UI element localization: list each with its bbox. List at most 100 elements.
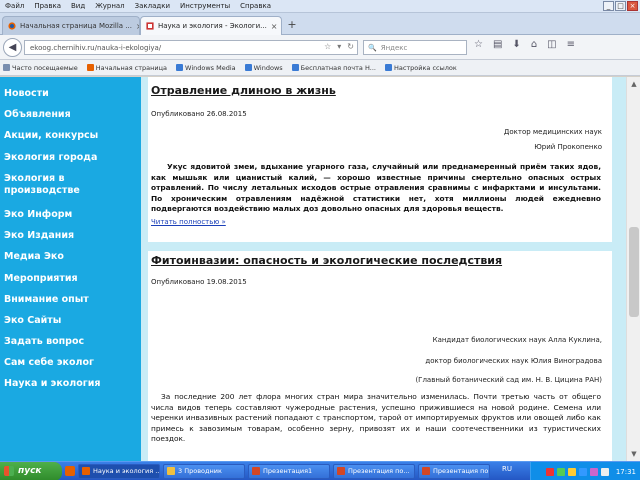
maximize-button[interactable]: □ — [615, 1, 626, 11]
pocket-icon[interactable]: ◫ — [547, 39, 556, 50]
read-more-link[interactable]: Читать полностью » — [151, 218, 226, 226]
menu-file[interactable]: Файл — [0, 2, 29, 10]
menu-bookmarks[interactable]: Закладки — [130, 2, 175, 10]
windows-flag-icon — [4, 466, 14, 476]
network-icon[interactable] — [556, 467, 565, 476]
taskbar-item-presentation3[interactable]: Презентация по... — [418, 463, 490, 479]
firefox-quicklaunch-icon[interactable] — [65, 466, 75, 476]
menu-view[interactable]: Вид — [66, 2, 90, 10]
article-author-name: Юрий Прокопенко — [534, 143, 602, 151]
ie-icon — [291, 64, 299, 71]
taskbar-item-firefox[interactable]: Наука и экология ... — [78, 463, 160, 479]
search-input[interactable]: 🔍 Яндекс — [363, 40, 467, 55]
home-icon[interactable]: ⌂ — [531, 39, 537, 50]
menu-help[interactable]: Справка — [235, 2, 276, 10]
menu-tools[interactable]: Инструменты — [175, 2, 235, 10]
search-placeholder: Яндекс — [380, 43, 408, 52]
article-lead: Укус ядовитой змеи, вдыхание угарного га… — [151, 162, 601, 213]
article-title[interactable]: Отравление длиною в жизнь — [151, 84, 336, 97]
bookmark-star-icon[interactable]: ☆ — [324, 42, 331, 51]
system-tray: 17:31 — [530, 462, 640, 480]
sidebar-item-media-eco[interactable]: Медиа Эко — [0, 251, 141, 262]
close-tab-icon[interactable]: × — [132, 22, 139, 31]
bookmark-free-mail[interactable]: Бесплатная почта H... — [291, 63, 376, 72]
close-window-button[interactable]: × — [627, 1, 638, 11]
folder-icon — [167, 467, 175, 475]
article-organization: (Главный ботанический сад им. Н. В. Цици… — [415, 376, 602, 384]
window-controls: _ □ × — [603, 1, 638, 11]
article-title[interactable]: Фитоинвазии: опасность и экологические п… — [151, 254, 502, 267]
sidebar-item-eco-inform[interactable]: Эко Информ — [0, 209, 141, 220]
start-label: пуск — [18, 466, 42, 476]
language-indicator[interactable]: RU — [502, 465, 512, 473]
scroll-thumb[interactable] — [629, 227, 639, 317]
navigation-bar: ◀ ekoog.chernihiv.ru/nauka-i-ekologiya/ … — [0, 35, 640, 60]
browser-screen: Файл Правка Вид Журнал Закладки Инструме… — [0, 0, 640, 480]
bookmark-settings[interactable]: Настройка ссылок — [384, 64, 457, 72]
antivirus-icon[interactable] — [545, 467, 554, 476]
sidebar-item-self-ecologist[interactable]: Сам себе эколог — [0, 357, 141, 368]
sidebar-item-city-ecology[interactable]: Экология города — [0, 152, 141, 163]
download-icon[interactable]: ⬇ — [512, 39, 520, 50]
dropdown-icon[interactable]: ▾ — [337, 42, 341, 51]
menu-edit[interactable]: Правка — [29, 2, 66, 10]
bookmark-windows[interactable]: Windows — [244, 64, 283, 72]
reload-icon[interactable]: ↻ — [347, 42, 354, 51]
folder-icon — [3, 64, 10, 71]
back-arrow-icon: ◀ — [8, 42, 17, 53]
sidebar-item-ask-question[interactable]: Задать вопрос — [0, 336, 141, 347]
tab-nauka-ekologiya[interactable]: Наука и экология - Экологи... × — [140, 16, 282, 35]
search-icon: 🔍 — [368, 43, 377, 52]
new-tab-button[interactable]: + — [285, 18, 299, 32]
address-bar[interactable]: ekoog.chernihiv.ru/nauka-i-ekologiya/ ☆ … — [24, 40, 358, 55]
task-label: Наука и экология ... — [93, 467, 160, 475]
sidebar-item-science-ecology[interactable]: Наука и экология — [0, 378, 141, 389]
url-text: ekoog.chernihiv.ru/nauka-i-ekologiya/ — [30, 43, 162, 52]
minimize-button[interactable]: _ — [603, 1, 614, 11]
sidebar-item-announcements[interactable]: Объявления — [0, 109, 141, 120]
bookmark-windows-media[interactable]: Windows Media — [176, 64, 236, 72]
bookmarks-star-icon[interactable]: ☆ — [474, 39, 483, 50]
task-label: Презентация по... — [433, 467, 490, 475]
sidebar-item-promotions[interactable]: Акции, конкурсы — [0, 130, 141, 141]
display-icon[interactable] — [600, 467, 609, 476]
start-button[interactable]: пуск — [0, 461, 62, 480]
volume-icon[interactable] — [567, 467, 576, 476]
firefox-icon — [82, 467, 90, 475]
app-tray-icon[interactable] — [589, 467, 598, 476]
powerpoint-icon — [422, 467, 430, 475]
close-tab-icon[interactable]: × — [267, 22, 278, 31]
bookmark-label: Бесплатная почта H... — [300, 63, 376, 72]
taskbar-item-explorer[interactable]: 3 Проводник — [163, 463, 245, 479]
bookmark-frequent[interactable]: Часто посещаемые — [3, 64, 78, 72]
task-label: Презентация1 — [263, 467, 313, 475]
menu-icon[interactable]: ≡ — [567, 39, 575, 50]
taskbar-item-presentation2[interactable]: Презентация по... — [333, 463, 415, 479]
site-sidebar: Новости Объявления Акции, конкурсы Эколо… — [0, 77, 141, 461]
tab-mozilla-start[interactable]: Начальная страница Mozilla ... × — [2, 16, 140, 35]
bookmark-start-page[interactable]: Начальная страница — [86, 64, 167, 72]
sidebar-item-eco-editions[interactable]: Эко Издания — [0, 230, 141, 241]
site-icon — [146, 22, 154, 30]
vertical-scrollbar[interactable]: ▲ ▼ — [626, 77, 640, 461]
clipboard-icon[interactable]: ▤ — [493, 39, 502, 50]
sidebar-item-industry-ecology-2[interactable]: производстве — [0, 185, 141, 196]
tab-label: Наука и экология - Экологи... — [158, 22, 267, 30]
menu-bar: Файл Правка Вид Журнал Закладки Инструме… — [0, 0, 640, 13]
sidebar-item-industry-ecology[interactable]: Экология в — [0, 173, 141, 184]
task-label: 3 Проводник — [178, 467, 222, 475]
sidebar-item-eco-sites[interactable]: Эко Сайты — [0, 315, 141, 326]
update-icon[interactable] — [578, 467, 587, 476]
ie-icon — [244, 64, 252, 71]
back-button[interactable]: ◀ — [3, 38, 22, 57]
sidebar-item-experience[interactable]: Внимание опыт — [0, 294, 141, 305]
menu-history[interactable]: Журнал — [90, 2, 129, 10]
sidebar-item-news[interactable]: Новости — [0, 88, 141, 99]
taskbar-item-presentation1[interactable]: Презентация1 — [248, 463, 330, 479]
scroll-down-icon[interactable]: ▼ — [628, 448, 640, 460]
sidebar-item-events[interactable]: Мероприятия — [0, 273, 141, 284]
scroll-up-icon[interactable]: ▲ — [628, 78, 640, 90]
clock: 17:31 — [615, 467, 636, 476]
sidebar-border — [141, 77, 148, 461]
firefox-icon — [8, 22, 16, 30]
